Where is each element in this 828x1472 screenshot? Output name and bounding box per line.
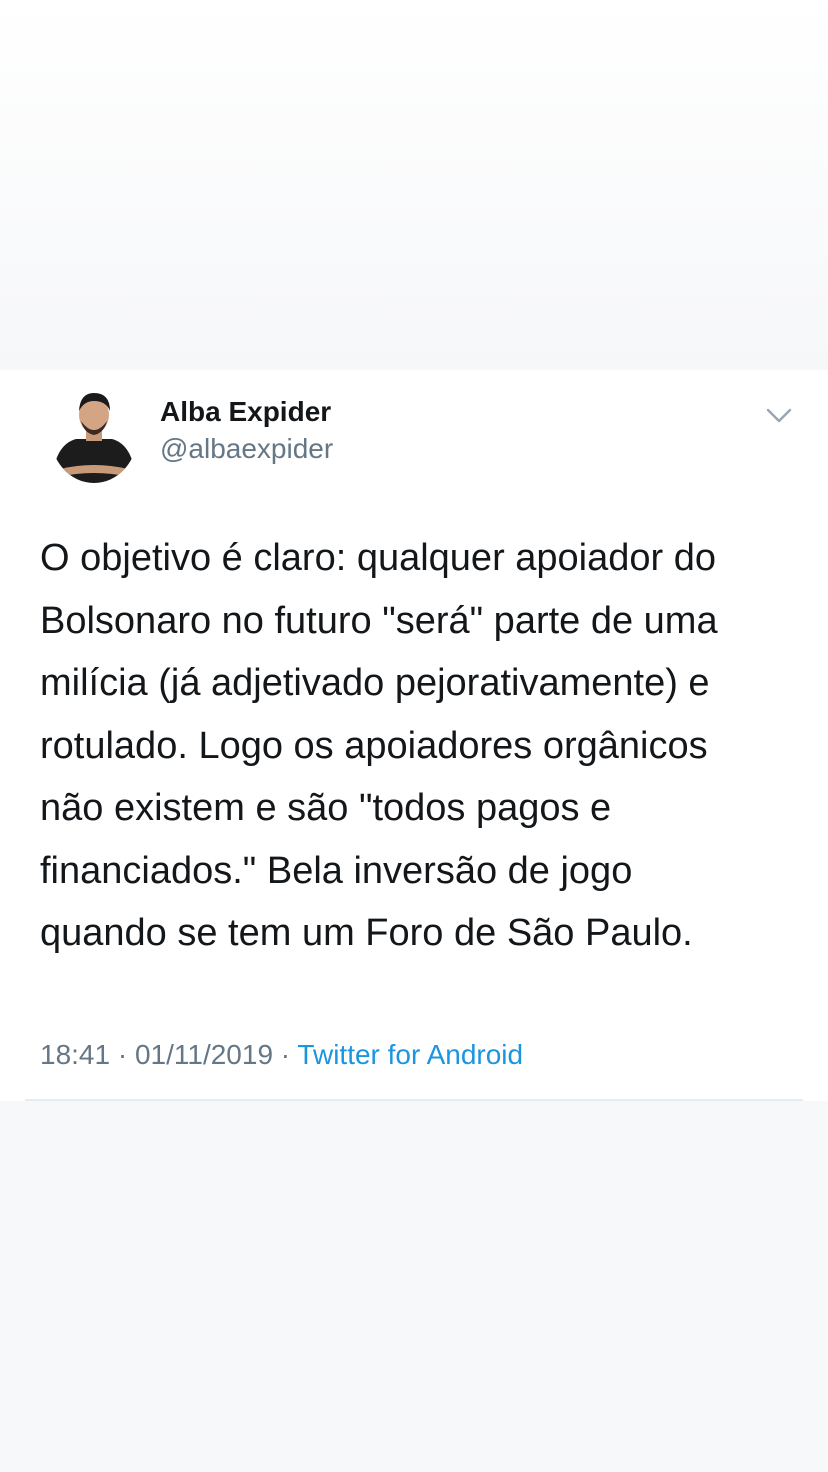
author-handle[interactable]: @albaexpider xyxy=(160,431,333,467)
meta-separator: · xyxy=(273,1039,298,1070)
tweet-text-line: rotulado. Logo os apoiadores orgânicos xyxy=(40,724,708,767)
tweet-text-line: Bolsonaro no futuro "será" parte de uma xyxy=(40,599,718,642)
tweet-source-link[interactable]: Twitter for Android xyxy=(297,1039,523,1070)
tweet-text-line: não existem e são "todos pagos e xyxy=(40,787,612,829)
meta-separator: · xyxy=(110,1039,135,1070)
tweet-date: 01/11/2019 xyxy=(134,1039,274,1070)
tweet-text-line: financiados." Bela inversão de jogo xyxy=(40,849,633,892)
tweet-time: 18:41 xyxy=(40,1039,111,1070)
chevron-down-icon[interactable] xyxy=(764,402,794,428)
avatar[interactable] xyxy=(50,383,138,483)
tweet-text-line: quando se tem um Foro de São Paulo. xyxy=(40,912,693,954)
author-name[interactable]: Alba Expider xyxy=(160,394,331,430)
bottom-blank-area xyxy=(0,1101,828,1472)
tweet-text-line: milícia (já adjetivado pejorativamente) … xyxy=(40,662,710,704)
tweet-text: O objetivo é claro: qualquer apoiador do… xyxy=(40,527,800,965)
top-blank-area xyxy=(0,0,828,370)
tweet-meta: 18:41 · 01/11/2019 · Twitter for Android xyxy=(40,1037,523,1073)
tweet-text-line: O objetivo é claro: qualquer apoiador do xyxy=(40,537,717,579)
